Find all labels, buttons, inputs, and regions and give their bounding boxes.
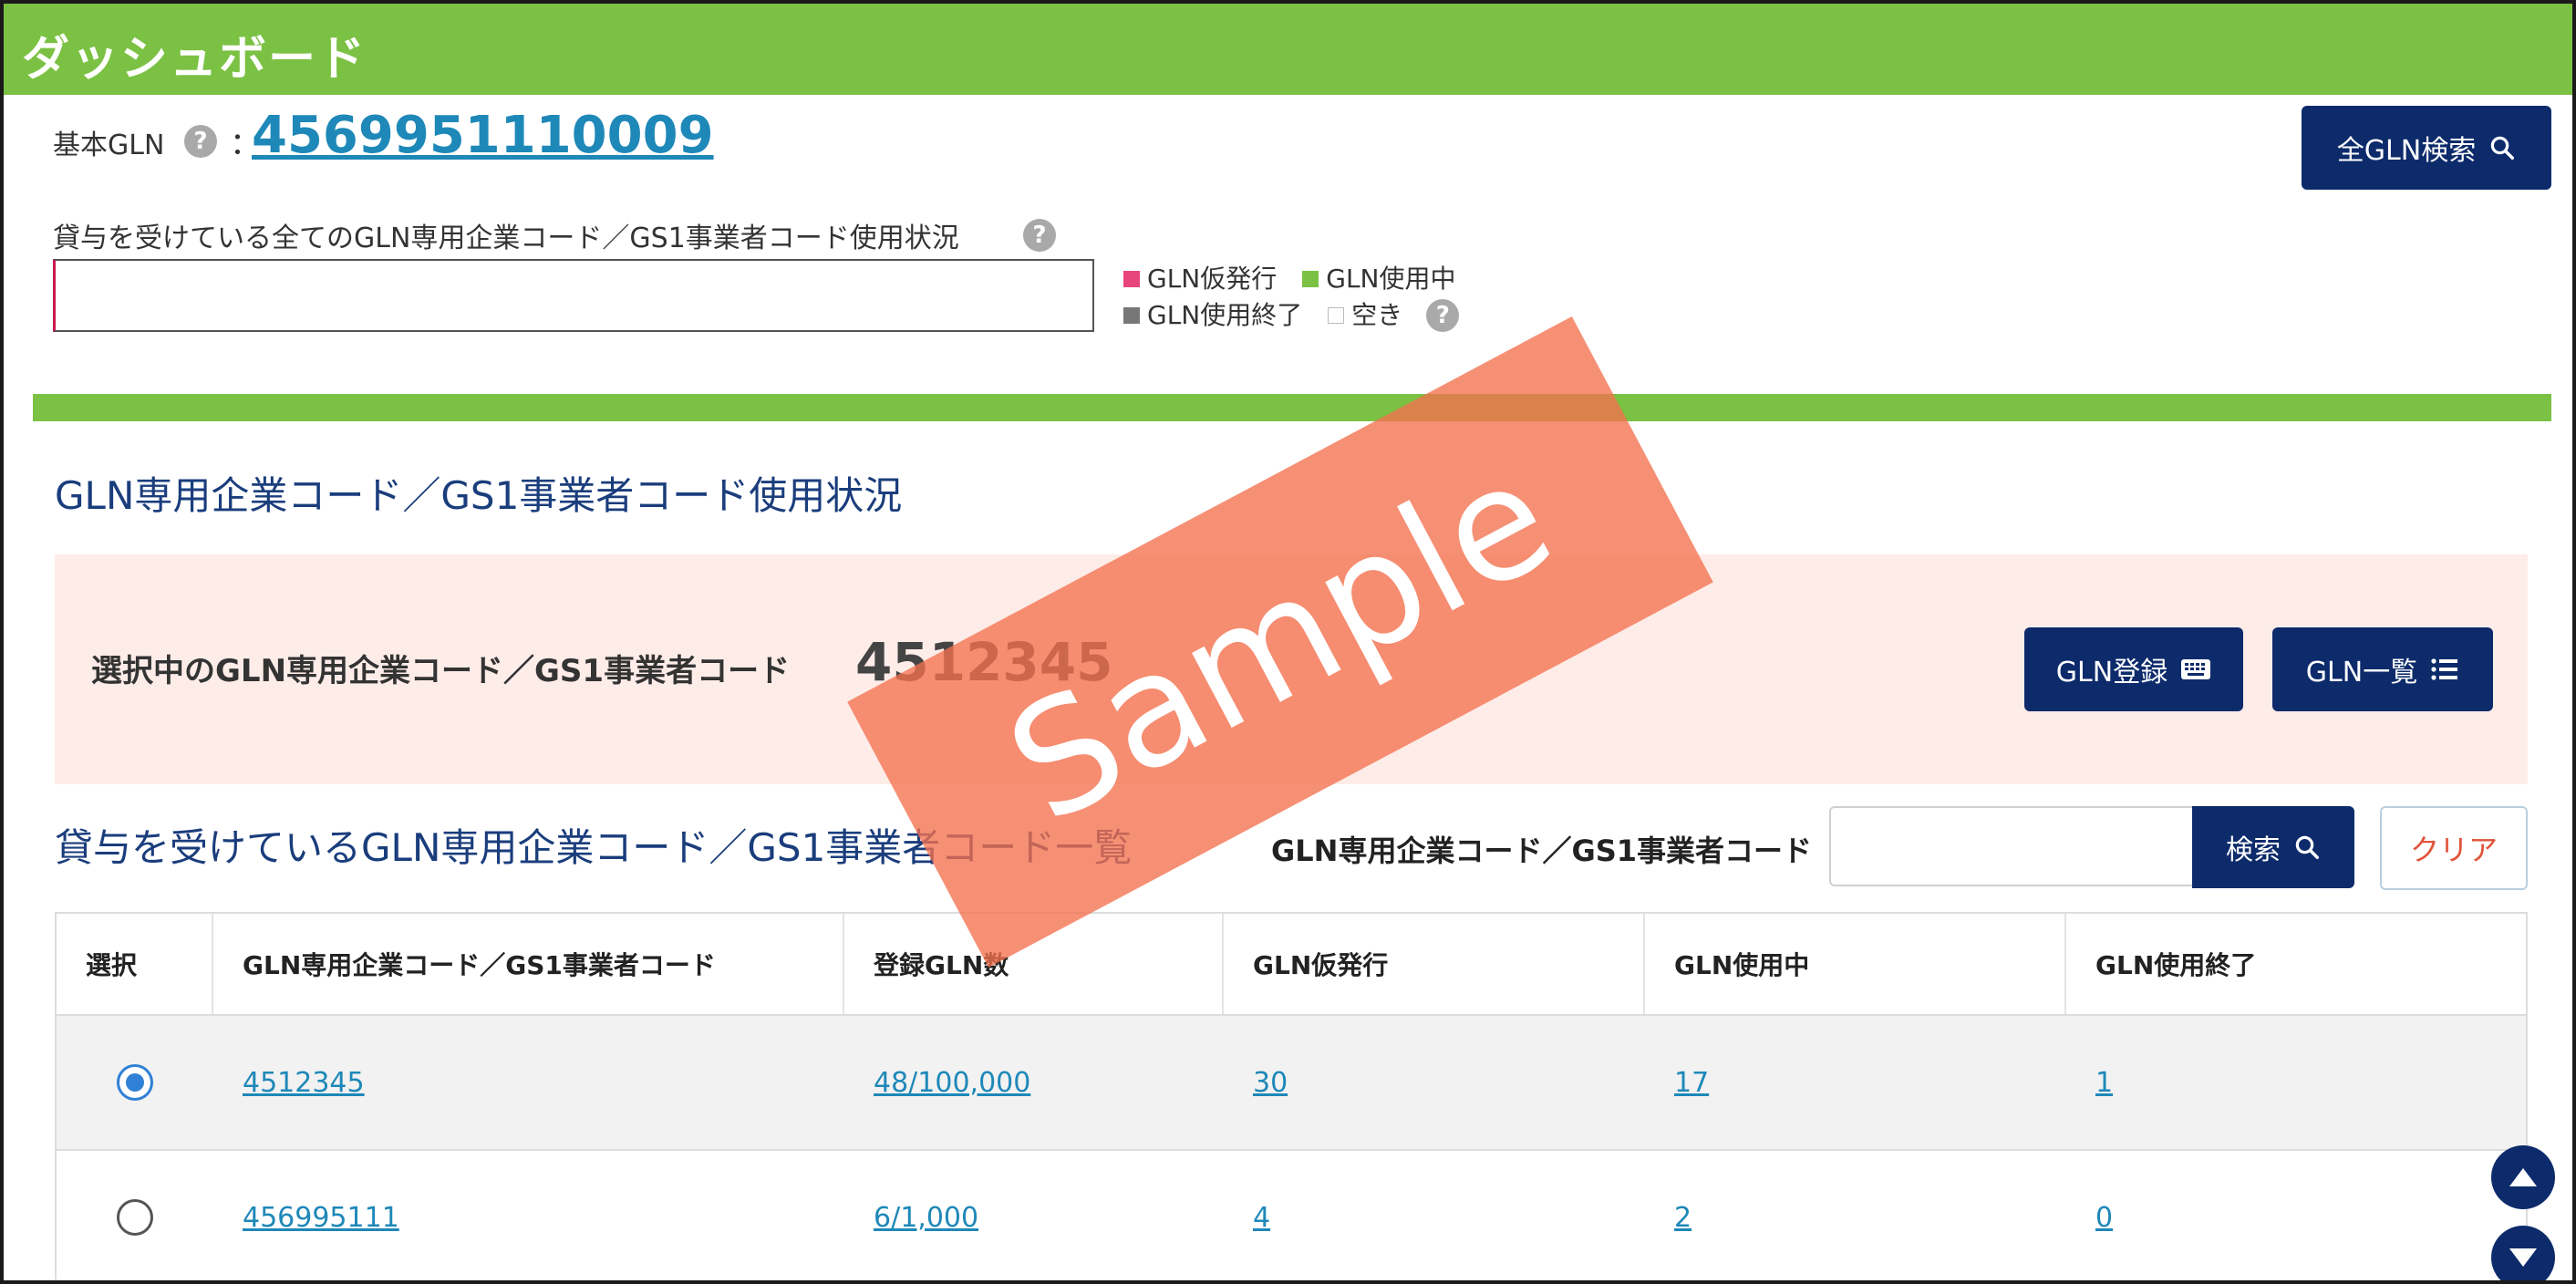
table-row: 456995111 6/1,000 4 2 0 (57, 1151, 2526, 1280)
code-link[interactable]: 4512345 (243, 1067, 365, 1099)
arrow-up-icon (2509, 1168, 2537, 1186)
code-filter-input[interactable] (1829, 806, 2194, 886)
help-icon[interactable]: ? (1426, 299, 1460, 332)
usage-bar (53, 259, 1094, 332)
column-header: GLN専用企業コード／GS1事業者コード (213, 914, 844, 1014)
page-title: ダッシュボード (22, 32, 367, 87)
filter-label: GLN専用企業コード／GS1事業者コード (1271, 834, 1813, 868)
base-gln-label: 基本GLN (53, 129, 165, 161)
clear-button[interactable]: クリア (2380, 806, 2528, 890)
help-icon[interactable]: ? (184, 125, 217, 158)
header-bar: ダッシュボード (4, 4, 2572, 95)
gln-list-button[interactable]: GLN一覧 (2272, 627, 2493, 711)
usage-legend: GLN仮発行 GLN使用中 GLN使用終了 空き ? (1123, 261, 1482, 334)
legend-item-provisional: GLN仮発行 (1123, 261, 1277, 297)
ended-count-link[interactable]: 1 (2095, 1067, 2113, 1099)
watermark-text: Sample (981, 425, 1579, 859)
legend-item-in-use: GLN使用中 (1302, 261, 1456, 297)
column-header: GLN仮発行 (1224, 914, 1645, 1014)
legend-swatch (1302, 271, 1319, 287)
code-table: 選択 GLN専用企業コード／GS1事業者コード 登録GLN数 GLN仮発行 GL… (55, 912, 2528, 1280)
column-header: GLN使用中 (1645, 914, 2066, 1014)
section-divider (33, 394, 2551, 421)
ended-count-link[interactable]: 0 (2095, 1202, 2113, 1234)
table-row: 4512345 48/100,000 30 17 1 (57, 1016, 2526, 1151)
search-icon (2490, 136, 2515, 160)
scroll-up-button[interactable] (2491, 1145, 2555, 1209)
legend-label: 空き (1351, 300, 1403, 330)
list-icon (2431, 658, 2458, 680)
scroll-down-button[interactable] (2491, 1226, 2555, 1280)
legend-label: GLN使用中 (1326, 264, 1456, 294)
search-button-label: 検索 (2226, 834, 2281, 866)
gln-register-label: GLN登録 (2055, 657, 2168, 689)
legend-swatch (1328, 307, 1345, 324)
legend-item-ended: GLN使用終了 (1123, 297, 1302, 334)
code-link[interactable]: 456995111 (243, 1202, 399, 1234)
registered-count-link[interactable]: 6/1,000 (874, 1202, 978, 1234)
table-header: 選択 GLN専用企業コード／GS1事業者コード 登録GLN数 GLN仮発行 GL… (57, 914, 2526, 1016)
help-icon[interactable]: ? (1023, 219, 1056, 252)
provisional-count-link[interactable]: 4 (1253, 1202, 1270, 1234)
keyboard-icon (2181, 659, 2211, 679)
legend-swatch (1123, 307, 1140, 324)
base-gln-link[interactable]: 4569951110009 (252, 106, 714, 165)
column-header: 選択 (57, 914, 213, 1014)
gln-list-label: GLN一覧 (2305, 657, 2418, 689)
legend-item-free: 空き (1328, 297, 1402, 334)
in-use-count-link[interactable]: 2 (1674, 1202, 1691, 1234)
legend-swatch (1123, 271, 1140, 287)
all-gln-search-button[interactable]: 全GLN検索 (2302, 106, 2551, 190)
legend-label: GLN使用終了 (1147, 300, 1303, 330)
arrow-down-icon (2509, 1248, 2537, 1267)
gln-register-button[interactable]: GLN登録 (2024, 627, 2243, 711)
provisional-count-link[interactable]: 30 (1253, 1067, 1288, 1099)
search-button[interactable]: 検索 (2192, 806, 2354, 888)
legend-label: GLN仮発行 (1147, 264, 1278, 294)
row-radio[interactable] (117, 1199, 153, 1236)
column-header: GLN使用終了 (2095, 950, 2257, 980)
registered-count-link[interactable]: 48/100,000 (874, 1067, 1030, 1099)
usage-label: 貸与を受けている全てのGLN専用企業コード／GS1事業者コード使用状況 (53, 223, 959, 254)
row-radio[interactable] (117, 1064, 153, 1101)
dashboard-window: ダッシュボード 基本GLN ? ： 4569951110009 全GLN検索 貸… (0, 0, 2576, 1284)
section-title: GLN専用企業コード／GS1事業者コード使用状況 (55, 473, 903, 518)
search-icon (2295, 835, 2319, 859)
in-use-count-link[interactable]: 17 (1674, 1067, 1709, 1099)
selected-code-label: 選択中のGLN専用企業コード／GS1事業者コード (91, 653, 791, 689)
all-gln-search-label: 全GLN検索 (2336, 135, 2477, 167)
